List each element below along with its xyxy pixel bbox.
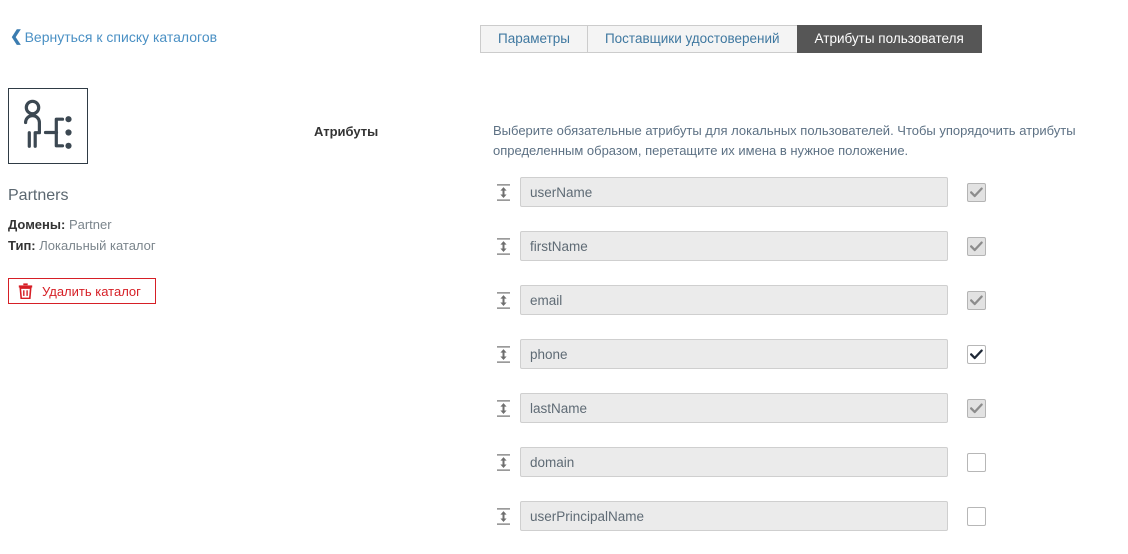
delete-directory-button[interactable]: Удалить каталог bbox=[8, 278, 156, 304]
trash-icon bbox=[18, 283, 33, 299]
drag-handle-icon[interactable] bbox=[493, 344, 513, 364]
attributes-section-description: Выберите обязательные атрибуты для локал… bbox=[493, 123, 1076, 158]
attribute-required-checkbox[interactable] bbox=[967, 452, 986, 472]
attribute-required-checkbox[interactable] bbox=[967, 344, 986, 364]
directory-meta: Домены: Partner Тип: Локальный каталог bbox=[8, 214, 156, 256]
attribute-required-checkbox bbox=[967, 236, 986, 256]
attribute-required-checkbox bbox=[967, 398, 986, 418]
directory-name: Partners bbox=[8, 187, 69, 204]
attribute-name-input[interactable] bbox=[520, 285, 948, 315]
directory-domains-value: Partner bbox=[68, 217, 112, 232]
back-to-directory-list-link[interactable]: ❮ Вернуться к списку каталогов bbox=[10, 28, 217, 46]
attribute-rows-list bbox=[493, 176, 993, 554]
drag-handle-icon[interactable] bbox=[493, 506, 513, 526]
directory-type-label: Тип: bbox=[8, 238, 36, 253]
directory-user-tree-icon bbox=[8, 88, 88, 164]
tab-identity-providers[interactable]: Поставщики удостоверений bbox=[586, 25, 797, 53]
directory-domains-row: Домены: Partner bbox=[8, 214, 156, 235]
directory-type-row: Тип: Локальный каталог bbox=[8, 235, 156, 256]
attribute-row bbox=[493, 446, 993, 478]
tab-user-attributes[interactable]: Атрибуты пользователя bbox=[796, 25, 982, 53]
directory-type-value: Локальный каталог bbox=[39, 238, 156, 253]
drag-handle-icon[interactable] bbox=[493, 236, 513, 256]
attribute-row bbox=[493, 338, 993, 370]
attribute-name-input[interactable] bbox=[520, 339, 948, 369]
attribute-required-checkbox bbox=[967, 182, 986, 202]
attribute-name-input[interactable] bbox=[520, 231, 948, 261]
delete-directory-label: Удалить каталог bbox=[42, 283, 141, 299]
drag-handle-icon[interactable] bbox=[493, 452, 513, 472]
attribute-name-input[interactable] bbox=[520, 501, 948, 531]
attribute-row bbox=[493, 392, 993, 424]
directory-domains-label: Домены: bbox=[8, 217, 66, 232]
back-link-label: Вернуться к списку каталогов bbox=[24, 29, 218, 45]
drag-handle-icon[interactable] bbox=[493, 398, 513, 418]
chevron-left-icon: ❮ bbox=[10, 28, 23, 45]
attribute-row bbox=[493, 284, 993, 316]
attribute-row bbox=[493, 230, 993, 262]
attribute-name-input[interactable] bbox=[520, 177, 948, 207]
attribute-name-input[interactable] bbox=[520, 447, 948, 477]
attribute-row bbox=[493, 500, 993, 532]
drag-handle-icon[interactable] bbox=[493, 290, 513, 310]
attributes-section-label: Атрибуты bbox=[314, 124, 379, 139]
attribute-required-checkbox bbox=[967, 290, 986, 310]
tab-parameters[interactable]: Параметры bbox=[480, 25, 587, 53]
drag-handle-icon[interactable] bbox=[493, 182, 513, 202]
attribute-required-checkbox[interactable] bbox=[967, 506, 986, 526]
tab-bar: Параметры Поставщики удостоверений Атриб… bbox=[480, 25, 982, 53]
attribute-name-input[interactable] bbox=[520, 393, 948, 423]
attribute-row bbox=[493, 176, 993, 208]
